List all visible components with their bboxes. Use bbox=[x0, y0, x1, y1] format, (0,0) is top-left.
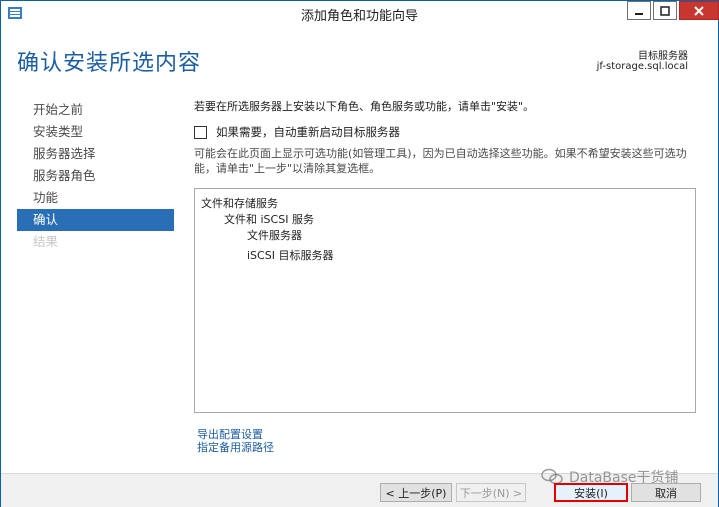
intro-text: 若要在所选服务器上安装以下角色、角色服务或功能，请单击"安装"。 bbox=[194, 100, 535, 113]
close-button[interactable] bbox=[679, 1, 719, 20]
optional-features-note: 可能会在此页面上显示可选功能(如管理工具)，因为已自动选择这些功能。如果不希望安… bbox=[194, 147, 687, 175]
previous-button[interactable]: < 上一步(P) bbox=[380, 483, 452, 502]
title-bar[interactable]: 添加角色和功能向导 bbox=[1, 1, 719, 25]
install-button[interactable]: 安装(I) bbox=[554, 483, 628, 502]
nav-item-server-selection[interactable]: 服务器选择 bbox=[17, 143, 174, 165]
page-title: 确认安装所选内容 bbox=[17, 51, 202, 76]
selection-item-file-server: 文件服务器 bbox=[247, 229, 302, 242]
restart-checkbox-label[interactable]: 如果需要，自动重新启动目标服务器 bbox=[216, 124, 400, 140]
destination-server-name: jf-storage.sql.local bbox=[596, 61, 688, 72]
cancel-button[interactable]: 取消 bbox=[631, 483, 701, 502]
selection-item-file-storage-services: 文件和存储服务 bbox=[201, 197, 278, 210]
window-title: 添加角色和功能向导 bbox=[300, 9, 418, 24]
restart-checkbox[interactable] bbox=[194, 125, 207, 139]
nav-item-results: 结果 bbox=[33, 234, 59, 249]
minimize-icon bbox=[635, 12, 643, 15]
wizard-window: 添加角色和功能向导 确认安装所选内容 目标服务器 jf-storage.sql.… bbox=[0, 0, 719, 507]
destination-server-label: 目标服务器 bbox=[638, 51, 688, 62]
nav-item-server-roles[interactable]: 服务器角色 bbox=[17, 165, 174, 187]
selection-list[interactable]: 文件和存储服务 文件和 iSCSI 服务 文件服务器 iSCSI 目标服务器 bbox=[194, 188, 696, 413]
maximize-button[interactable] bbox=[653, 1, 677, 20]
nav-item-installation-type[interactable]: 安装类型 bbox=[17, 121, 174, 143]
nav-item-features[interactable]: 功能 bbox=[17, 187, 174, 209]
nav-item-confirmation[interactable]: 确认 bbox=[17, 209, 174, 231]
minimize-button[interactable] bbox=[627, 1, 651, 20]
close-icon bbox=[694, 5, 704, 16]
nav-item-before-you-begin[interactable]: 开始之前 bbox=[17, 99, 174, 121]
maximize-icon bbox=[660, 5, 670, 16]
selection-item-iscsi-target-server: iSCSI 目标服务器 bbox=[247, 249, 334, 262]
alternate-source-path-link[interactable]: 指定备用源路径 bbox=[197, 439, 274, 455]
next-button: 下一步(N) > bbox=[456, 483, 526, 502]
selection-item-file-iscsi-services: 文件和 iSCSI 服务 bbox=[224, 213, 314, 226]
wizard-nav: 开始之前 安装类型 服务器选择 服务器角色 功能 确认 结果 bbox=[17, 99, 174, 253]
restart-option[interactable]: 如果需要，自动重新启动目标服务器 bbox=[194, 124, 400, 140]
